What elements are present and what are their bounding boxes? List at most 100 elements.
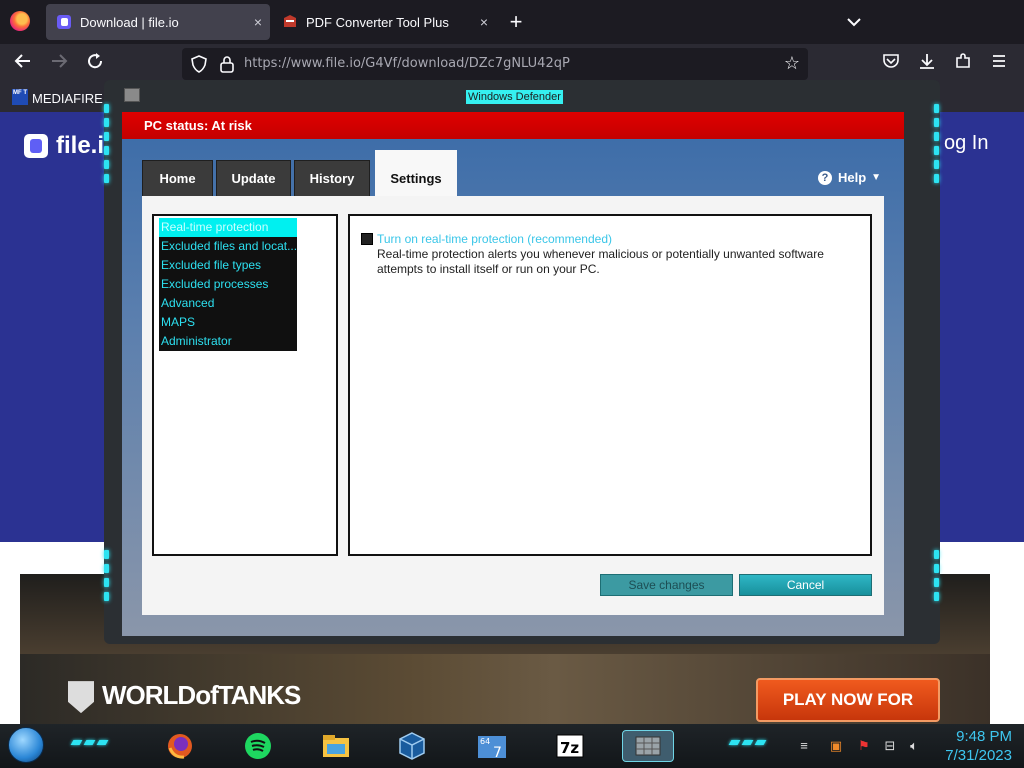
help-label: Help (838, 170, 867, 185)
frame-led-strip-right-bottom (934, 550, 940, 606)
puzzle-icon (956, 53, 970, 68)
defender-window-icon (124, 88, 140, 102)
play-now-button[interactable]: PLAY NOW FOR FREE (756, 678, 940, 722)
help-menu[interactable]: ? Help ▼ (818, 170, 881, 185)
realtime-protection-label[interactable]: Turn on real-time protection (recommende… (377, 232, 612, 246)
tab-pdf-converter[interactable]: PDF Converter Tool Plus × (272, 4, 496, 40)
arrow-right-icon (52, 54, 68, 68)
file-explorer-icon (323, 735, 349, 757)
address-bar[interactable]: https://www.file.io/G4Vf/download/DZc7gN… (182, 48, 808, 80)
taskbar-file-explorer[interactable] (320, 730, 352, 762)
ad-logo-text: WORLDofTANKS (102, 680, 301, 710)
caret-down-icon: ▼ (871, 172, 882, 183)
settings-item-real-time-protection[interactable]: Real-time protection (159, 218, 297, 237)
taskbar-defender[interactable] (622, 730, 674, 762)
cancel-button[interactable]: Cancel (739, 574, 872, 596)
save-changes-button[interactable]: Save changes (600, 574, 733, 596)
list-all-tabs-button[interactable] (842, 10, 866, 34)
navigation-toolbar: https://www.file.io/G4Vf/download/DZc7gN… (0, 44, 1024, 84)
taskbar-led-strip-left (70, 740, 111, 745)
7zip-icon: 7z (556, 734, 584, 758)
taskbar-win7-64[interactable]: 64 7 (476, 730, 508, 762)
frame-led-strip-left-bottom (104, 550, 110, 606)
downloads-button[interactable] (914, 52, 940, 76)
settings-item-maps[interactable]: MAPS (159, 313, 297, 332)
pocket-button[interactable] (878, 52, 904, 76)
clock-date: 7/31/2023 (945, 747, 1012, 764)
frame-led-strip-right (934, 104, 940, 188)
reload-button[interactable] (82, 52, 108, 76)
settings-item-advanced[interactable]: Advanced (159, 294, 297, 313)
start-button[interactable] (8, 727, 44, 763)
login-link[interactable]: og In (944, 132, 988, 155)
defender-icon (635, 736, 661, 756)
browser-tab-bar: Download | file.io × PDF Converter Tool … (0, 0, 1024, 44)
settings-item-excluded-file-types[interactable]: Excluded file types (159, 256, 297, 275)
firefox-icon (168, 734, 192, 759)
taskbar-7zip[interactable]: 7z (554, 730, 586, 762)
extensions-button[interactable] (950, 52, 976, 76)
pc-status-bar: PC status: At risk (122, 112, 904, 139)
download-icon (920, 54, 934, 69)
tank-shield-icon (68, 681, 94, 714)
taskbar-firefox[interactable] (164, 730, 196, 762)
tracking-protection-shield-icon[interactable] (190, 55, 208, 73)
clock-time: 9:48 PM (956, 728, 1012, 745)
settings-item-excluded-processes[interactable]: Excluded processes (159, 275, 297, 294)
windows-7-64bit-icon: 647 (478, 736, 506, 761)
arrow-left-icon (14, 54, 30, 68)
realtime-protection-description: Real-time protection alerts you whenever… (377, 247, 824, 276)
new-tab-button[interactable]: + (504, 8, 528, 36)
forward-button[interactable] (46, 52, 72, 76)
taskbar: 64 7 7z ≡ ▣ ⚑ ⊟ 🔈︎ 9:48 PM 7/31/2023 (0, 724, 1024, 768)
spotify-icon (245, 733, 271, 759)
fileio-logo-icon (24, 134, 48, 158)
tab-history[interactable]: History (294, 160, 370, 196)
settings-content: Real-time protection Excluded files and … (142, 196, 884, 615)
settings-item-excluded-files[interactable]: Excluded files and locat... (159, 237, 297, 256)
settings-item-administrator[interactable]: Administrator (159, 332, 297, 351)
svg-text:64: 64 (480, 737, 490, 746)
tab-download-fileio[interactable]: Download | file.io × (46, 4, 270, 40)
close-tab-icon[interactable]: × (246, 14, 270, 30)
defender-window-title: Windows Defender (466, 90, 563, 104)
frame-led-strip-left (104, 104, 110, 188)
close-tab-icon[interactable]: × (472, 14, 496, 30)
pdf-converter-favicon-icon (282, 14, 298, 30)
hamburger-menu-icon (993, 55, 1005, 67)
show-hidden-icons-icon[interactable]: ≡ (796, 738, 812, 754)
menu-button[interactable] (986, 52, 1012, 76)
system-clock[interactable]: 9:48 PM 7/31/2023 (932, 727, 1012, 765)
tab-home[interactable]: Home (142, 160, 213, 196)
taskbar-spotify[interactable] (242, 730, 274, 762)
world-of-tanks-logo: WORLDofTANKS (68, 680, 301, 714)
realtime-protection-checkbox[interactable] (361, 233, 373, 245)
taskbar-led-strip-right (728, 740, 769, 745)
tab-label: Download | file.io (80, 14, 179, 30)
settings-detail-pane: Turn on real-time protection (recommende… (348, 214, 872, 556)
network-icon[interactable]: ⊟ (882, 738, 898, 754)
tray-app-icon[interactable]: ▣ (828, 738, 844, 754)
pocket-icon (883, 54, 899, 68)
reload-icon (88, 53, 103, 69)
fileio-favicon-icon (56, 14, 72, 30)
url-text[interactable]: https://www.file.io/G4Vf/download/DZc7gN… (244, 56, 570, 71)
svg-text:7: 7 (493, 745, 502, 761)
volume-icon[interactable]: 🔈︎ (906, 738, 922, 754)
back-button[interactable] (10, 52, 36, 76)
tab-settings[interactable]: Settings (375, 150, 457, 196)
firefox-menu-icon[interactable] (10, 11, 30, 31)
question-mark-icon: ? (818, 170, 832, 185)
bookmark-star-icon[interactable]: ☆ (784, 53, 800, 74)
tab-label: PDF Converter Tool Plus (306, 14, 449, 30)
tab-update[interactable]: Update (216, 160, 291, 196)
settings-list: Real-time protection Excluded files and … (159, 218, 297, 351)
svg-text:7z: 7z (560, 739, 579, 757)
settings-nav-pane: Real-time protection Excluded files and … (152, 214, 338, 556)
defender-window: PC status: At risk Home Update History S… (122, 112, 904, 636)
mediafire-bookmark-icon: MF T (12, 89, 28, 105)
virtualbox-icon (399, 732, 425, 760)
taskbar-virtualbox[interactable] (396, 730, 428, 762)
action-center-flag-icon[interactable]: ⚑ (856, 738, 872, 754)
lock-icon[interactable] (218, 55, 236, 73)
